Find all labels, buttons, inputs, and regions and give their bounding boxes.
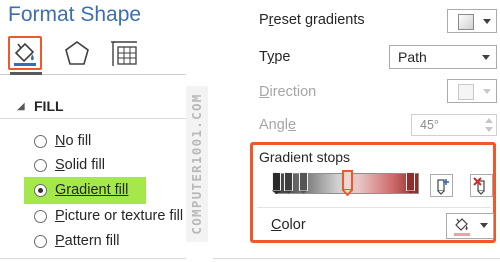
radio-label-picture-texture-fill: Picture or texture fill: [55, 208, 184, 224]
remove-gradient-stop-button[interactable]: [470, 174, 493, 197]
tab-size-properties[interactable]: [109, 38, 141, 68]
radio-button-checked[interactable]: [34, 183, 47, 197]
format-shape-left-pane: Format Shape ◢ FILL No fill Solid fill G…: [0, 0, 200, 262]
preset-gradients-dropdown[interactable]: [447, 9, 497, 33]
tab-fill-line[interactable]: [8, 36, 42, 70]
radio-button[interactable]: [34, 134, 47, 148]
fill-color-bucket-icon: [454, 218, 470, 236]
spin-up-icon[interactable]: [485, 118, 493, 123]
add-gradient-stop-button[interactable]: [430, 174, 453, 197]
collapse-caret-icon[interactable]: ◢: [17, 101, 25, 112]
gradient-stop[interactable]: [272, 172, 281, 194]
add-stop-icon: [437, 179, 449, 195]
radio-label-gradient-fill: Gradient fill: [55, 182, 129, 198]
paint-bucket-icon: [14, 42, 36, 66]
selected-tab-indicator: [10, 72, 42, 75]
size-grid-icon: [111, 41, 137, 66]
direction-dropdown[interactable]: [447, 79, 497, 103]
radio-button[interactable]: [34, 234, 47, 248]
radio-button[interactable]: [34, 209, 47, 223]
right-bottom-divider: [213, 258, 500, 259]
angle-value: 45°: [420, 118, 439, 132]
dropdown-arrow-icon: [483, 89, 491, 94]
radio-label-no-fill: No fill: [55, 133, 92, 149]
angle-label: Angle: [259, 117, 297, 133]
tab-effects[interactable]: [62, 38, 94, 68]
fill-header-divider: [0, 118, 186, 119]
radio-button[interactable]: [34, 158, 47, 172]
radio-no-fill[interactable]: No fill: [34, 130, 91, 152]
gradient-stop[interactable]: [284, 172, 293, 194]
color-label: Color: [271, 217, 306, 233]
gradient-swatch-icon: [458, 14, 474, 30]
radio-picture-texture-fill[interactable]: Picture or texture fill: [34, 205, 183, 227]
type-select[interactable]: Path: [389, 45, 497, 69]
spin-down-icon[interactable]: [485, 127, 493, 132]
dropdown-arrow-icon: [480, 223, 488, 228]
watermark-strip: COMPUTER1001.COM: [186, 86, 208, 242]
watermark-text: COMPUTER1001.COM: [189, 93, 204, 235]
gradient-stop[interactable]: [299, 172, 308, 194]
stops-divider: [257, 207, 491, 208]
type-select-value: Path: [398, 49, 427, 65]
gradient-stops-label: Gradient stops: [259, 149, 351, 165]
angle-spinner[interactable]: 45°: [411, 114, 497, 136]
radio-pattern-fill[interactable]: Pattern fill: [34, 230, 119, 252]
dropdown-arrow-icon: [482, 55, 490, 60]
remove-stop-icon: [473, 177, 485, 195]
pane-title: Format Shape: [8, 3, 142, 26]
pentagon-icon: [65, 41, 89, 65]
dropdown-arrow-icon: [483, 19, 491, 24]
radio-label-pattern-fill: Pattern fill: [55, 233, 120, 249]
gradient-stop-selected[interactable]: [342, 170, 353, 196]
direction-label: Direction: [259, 84, 317, 100]
radio-gradient-fill[interactable]: Gradient fill: [34, 179, 128, 201]
left-bottom-divider: [0, 258, 186, 259]
radio-label-solid-fill: Solid fill: [55, 157, 105, 173]
type-label: Type: [259, 49, 291, 65]
radio-solid-fill[interactable]: Solid fill: [34, 154, 105, 176]
color-picker-dropdown[interactable]: [446, 213, 494, 239]
direction-swatch-icon: [458, 84, 474, 100]
fill-section-header[interactable]: FILL: [34, 98, 64, 114]
gradient-stop[interactable]: [406, 172, 415, 194]
preset-gradients-label: Preset gradients: [259, 12, 365, 28]
gradient-settings-pane: Preset gradients Type Path Direction Ang…: [213, 0, 500, 262]
